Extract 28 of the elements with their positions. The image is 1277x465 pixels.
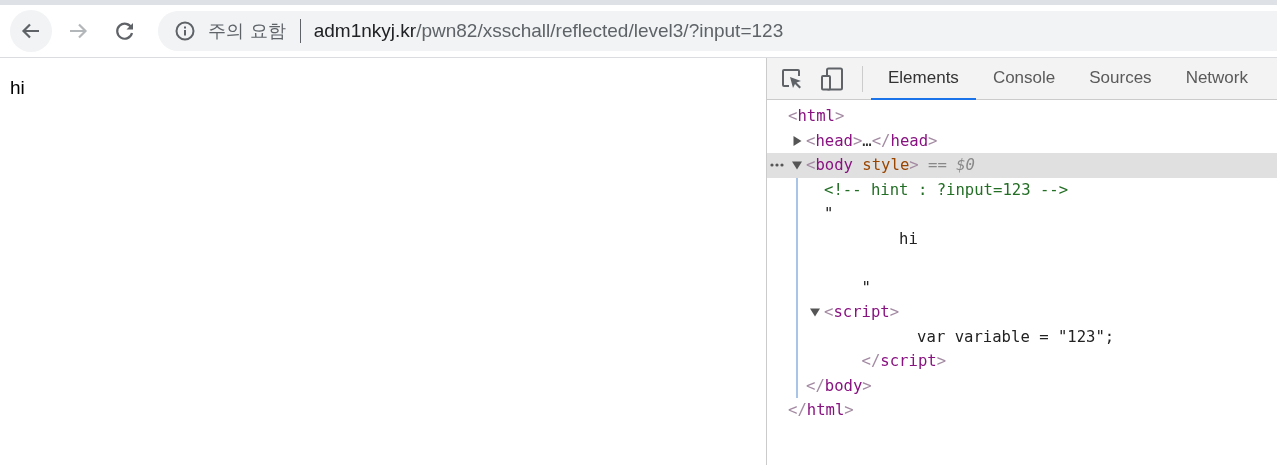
devtools-tab[interactable]: Network [1168, 58, 1265, 100]
url-text: adm1nkyj.kr/pwn82/xsschall/reflected/level3/?input=123 [313, 20, 784, 42]
selection-hint: == $0 [928, 156, 975, 174]
collapse-triangle-icon[interactable] [810, 307, 820, 317]
devtools-tab[interactable]: Console [975, 58, 1073, 100]
expand-triangle-icon[interactable] [792, 135, 802, 146]
collapse-triangle-icon[interactable] [792, 160, 802, 170]
inspect-icon[interactable] [780, 66, 804, 91]
dom-node[interactable]: <body style> [806, 156, 919, 174]
closing-tag: </body> [806, 376, 872, 395]
dom-node[interactable]: <script> [824, 303, 900, 321]
closing-tag: </html> [788, 401, 854, 419]
dom-node[interactable]: <html> [788, 107, 845, 125]
info-icon[interactable] [175, 21, 195, 41]
device-icon[interactable] [820, 66, 844, 91]
security-label: 주의 요함 [208, 19, 286, 43]
devtools-tab[interactable]: Sources [1072, 58, 1169, 100]
back-button[interactable] [10, 10, 52, 52]
dom-node[interactable]: <head>…</head> [806, 131, 938, 150]
closing-tag: </script> [824, 352, 947, 370]
more-icon[interactable] [770, 163, 784, 167]
page-text: hi [10, 77, 25, 98]
devtools-tab[interactable]: Elements [871, 58, 976, 100]
node-text: " hi " [824, 205, 918, 297]
node-text: var variable = "123"; [916, 327, 1115, 346]
reload-icon [114, 20, 136, 42]
address-bar[interactable]: 주의 요함 adm1nkyj.kr/pwn82/xsschall/reflected/level3/?input=123 [158, 11, 1277, 51]
html-comment: <!-- hint : ?input=123 --> [824, 180, 1069, 199]
